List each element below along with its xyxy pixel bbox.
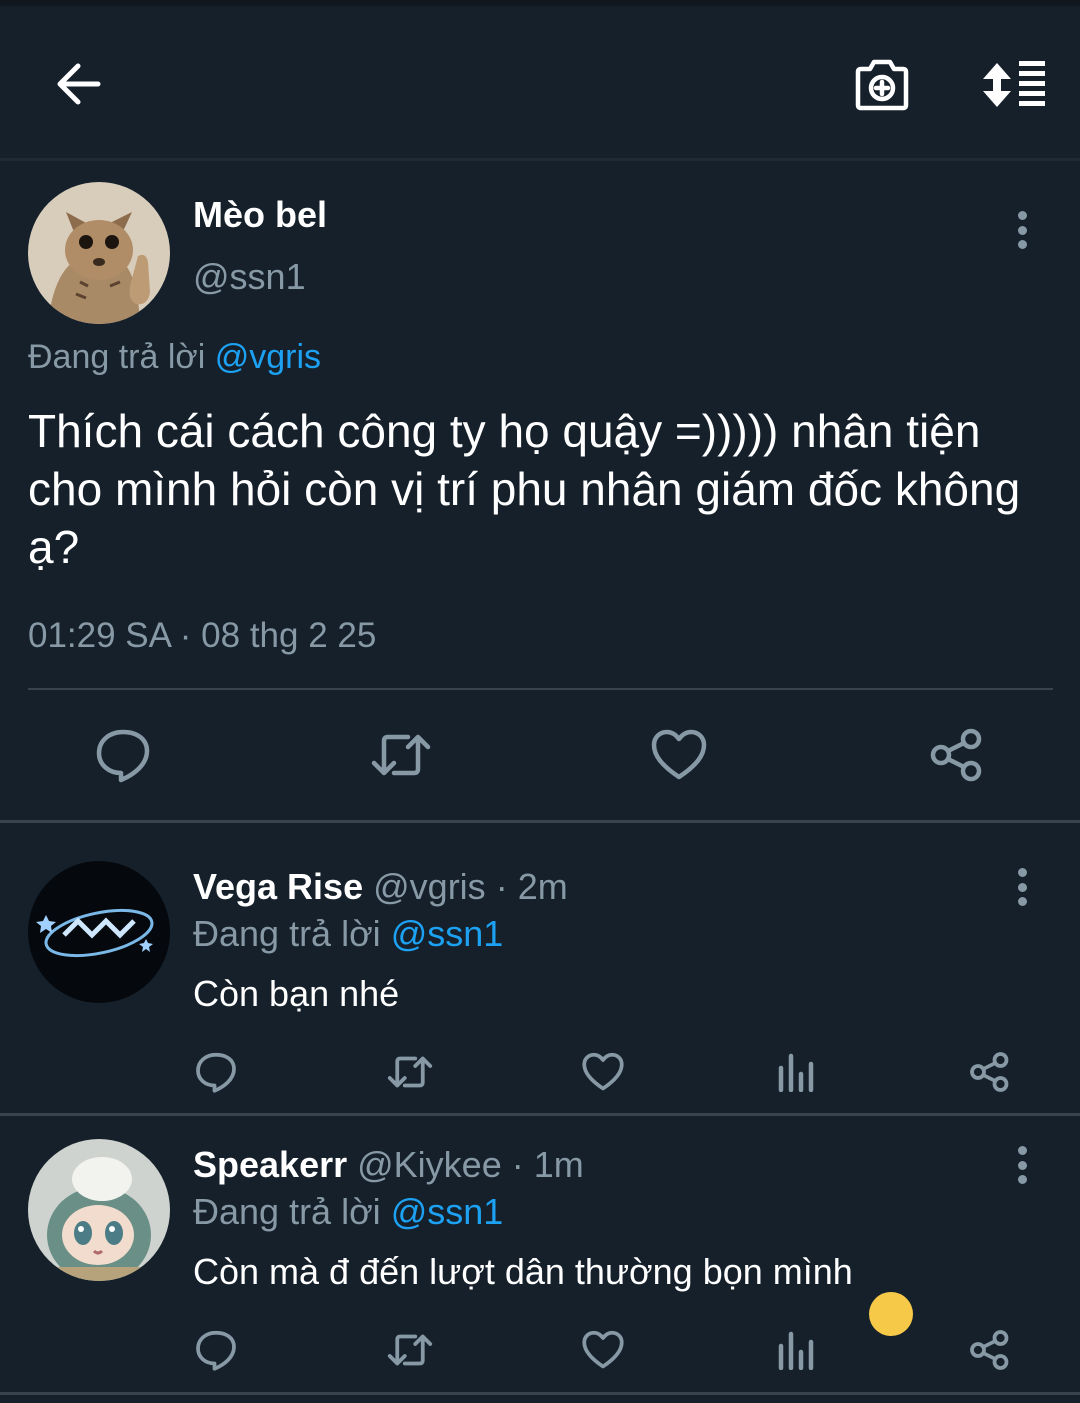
tweet-timestamp[interactable]: 01:29 SA · 08 thg 2 25: [28, 616, 376, 656]
more-dot-icon: [1017, 225, 1027, 235]
back-arrow-icon: [57, 63, 101, 105]
heart-icon: [651, 729, 707, 780]
reply-button[interactable]: [88, 720, 158, 790]
avatar[interactable]: [28, 861, 170, 1003]
replying-to-handle[interactable]: @vgris: [215, 338, 321, 376]
retweet-icon: [387, 1056, 433, 1088]
share-icon: [970, 1052, 1009, 1092]
sort-list-icon: [983, 61, 1045, 107]
reply-divider: [0, 1113, 1080, 1116]
share-icon: [970, 1330, 1009, 1370]
analytics-icon: [778, 1331, 814, 1370]
tweet-text: Thích cái cách công ty họ quậy =))))) nh…: [28, 405, 1021, 573]
header-divider: [0, 158, 1080, 161]
avatar[interactable]: [28, 182, 170, 324]
share-button[interactable]: [966, 1048, 1014, 1096]
more-dot-icon: [1017, 1146, 1027, 1155]
like-button[interactable]: [644, 720, 714, 790]
author-display-name[interactable]: Speakerr: [193, 1144, 347, 1185]
avatar[interactable]: [28, 1139, 170, 1281]
timestamp-divider: [28, 688, 1053, 690]
reply-text-line: Còn mà đ đến lượt dân thường bọn mình ☺️: [193, 1251, 913, 1336]
more-options-button[interactable]: [1002, 1140, 1042, 1190]
retweet-icon: [371, 734, 431, 776]
more-dot-icon: [1017, 897, 1027, 906]
more-dot-icon: [1017, 211, 1027, 220]
analytics-button[interactable]: [772, 1326, 820, 1374]
separator: ·: [495, 866, 508, 907]
like-button[interactable]: [579, 1326, 627, 1374]
reply-time[interactable]: 2m: [518, 866, 568, 907]
share-button[interactable]: [922, 720, 992, 790]
back-button[interactable]: [40, 46, 116, 122]
more-dot-icon: [1017, 1175, 1027, 1184]
retweet-button[interactable]: [385, 1326, 435, 1374]
replying-to-line: Đang trả lời @ssn1: [193, 913, 503, 955]
replying-to-line: Đang trả lời @ssn1: [193, 1191, 503, 1233]
reply-time[interactable]: 1m: [534, 1144, 584, 1185]
reply-text: Còn mà đ đến lượt dân thường bọn mình: [193, 1251, 853, 1292]
retweet-icon: [387, 1334, 433, 1366]
doll-avatar-image: [28, 1139, 170, 1281]
reply-icon: [96, 729, 150, 783]
analytics-icon: [778, 1053, 814, 1092]
top-app-bar: [0, 6, 1080, 160]
author-handle[interactable]: @ssn1: [193, 256, 306, 298]
smiling-face-emoji: ☺️: [868, 1292, 913, 1336]
camera-plus-icon: [855, 59, 909, 111]
cat-avatar-image: [28, 182, 170, 324]
separator: ·: [511, 1144, 524, 1185]
more-dot-icon: [1017, 882, 1027, 892]
reply-button[interactable]: [192, 1048, 240, 1096]
camera-button[interactable]: [846, 48, 918, 120]
more-dot-icon: [1017, 868, 1027, 877]
author-display-name[interactable]: Mèo bel: [193, 194, 327, 236]
analytics-button[interactable]: [772, 1048, 820, 1096]
more-options-button[interactable]: [1002, 862, 1042, 912]
reply-divider: [0, 1392, 1080, 1395]
more-options-button[interactable]: [1002, 205, 1042, 255]
heart-icon: [582, 1330, 624, 1369]
vega-logo-avatar-image: [28, 861, 170, 1003]
heart-icon: [582, 1052, 624, 1091]
replying-to-handle[interactable]: @ssn1: [391, 1191, 504, 1232]
author-handle[interactable]: @vgris: [373, 866, 486, 907]
retweet-button[interactable]: [366, 720, 436, 790]
author-display-name[interactable]: Vega Rise: [193, 866, 363, 907]
replying-to-handle[interactable]: @ssn1: [391, 913, 504, 954]
more-dot-icon: [1017, 240, 1027, 249]
reply-button[interactable]: [192, 1326, 240, 1374]
section-divider: [0, 820, 1080, 823]
reply-header: Speakerr @Kiykee · 1m: [193, 1144, 584, 1186]
share-button[interactable]: [966, 1326, 1014, 1374]
like-button[interactable]: [579, 1048, 627, 1096]
reply-icon: [196, 1330, 236, 1371]
replying-to-line: Đang trả lời @vgris: [28, 338, 321, 377]
replying-to-label: Đang trả lời: [193, 1191, 381, 1232]
sort-button[interactable]: [974, 50, 1054, 120]
reply-icon: [196, 1052, 236, 1093]
replying-to-label: Đang trả lời: [28, 338, 206, 376]
more-dot-icon: [1017, 1160, 1027, 1170]
reply-text: Còn bạn nhé: [193, 973, 400, 1014]
reply-header: Vega Rise @vgris · 2m: [193, 866, 568, 908]
share-icon: [930, 728, 982, 782]
retweet-button[interactable]: [385, 1048, 435, 1096]
replying-to-label: Đang trả lời: [193, 913, 381, 954]
author-handle[interactable]: @Kiykee: [357, 1144, 502, 1185]
